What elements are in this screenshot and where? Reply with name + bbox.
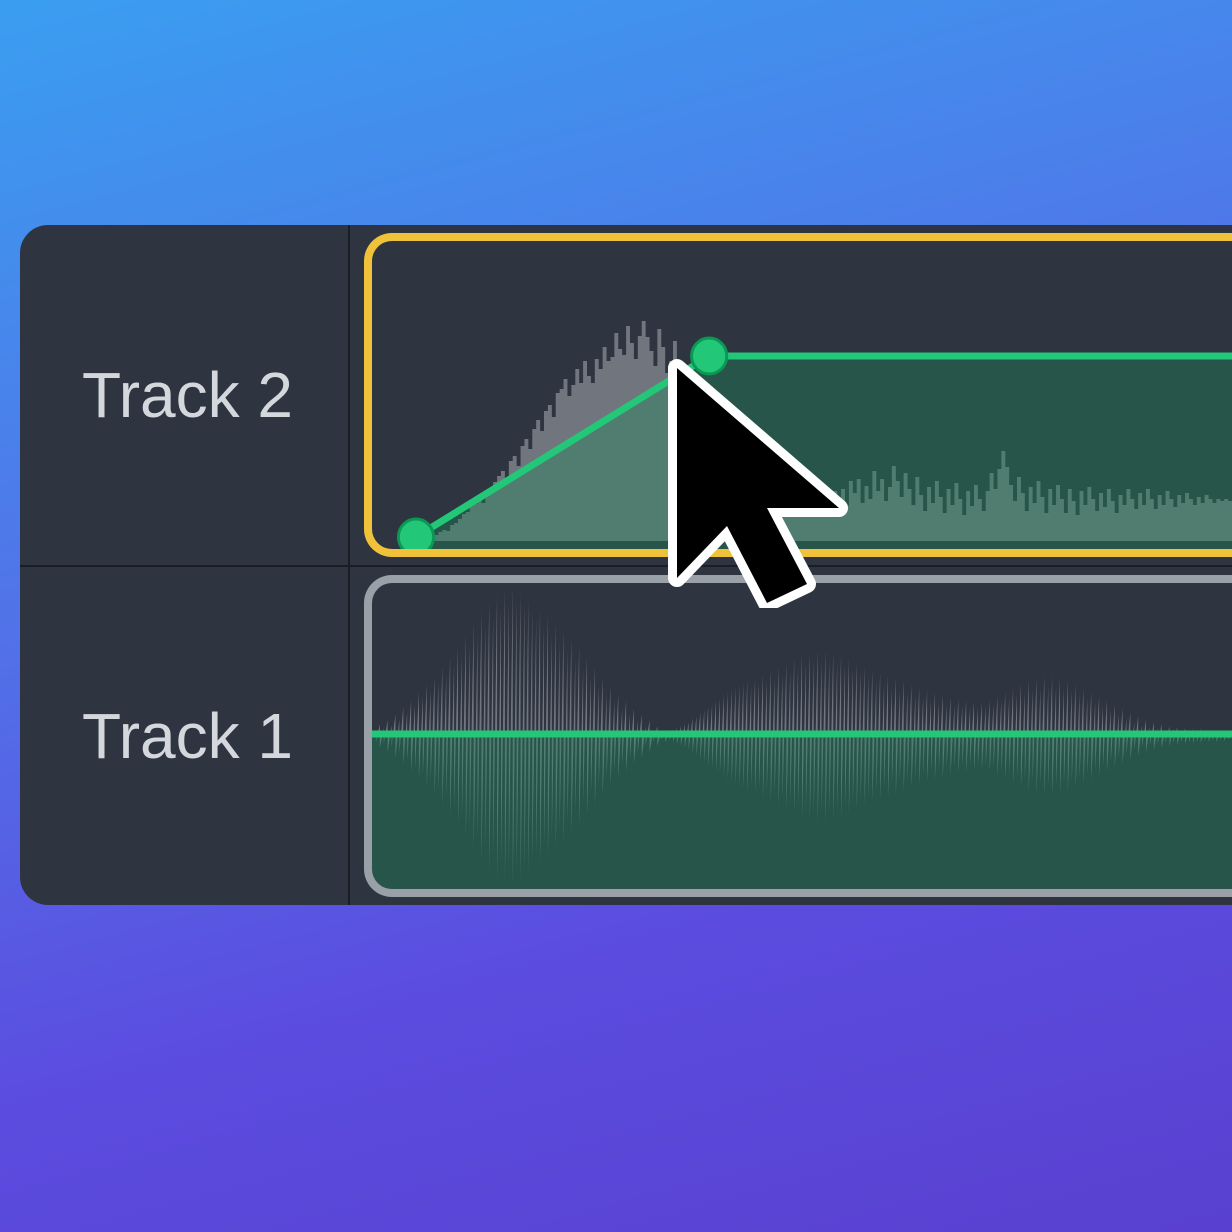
track-clip-area[interactable] [350,225,1232,565]
waveform-icon [372,583,1232,889]
track-row: Track 2 [20,225,1232,565]
track-label[interactable]: Track 2 [20,225,350,565]
track-panel: Track 2 [20,225,1232,905]
track-label[interactable]: Track 1 [20,567,350,905]
volume-envelope-fill [372,734,1232,889]
waveform-icon [372,241,1232,549]
track-row: Track 1 [20,565,1232,905]
track-name: Track 2 [82,358,293,432]
audio-clip[interactable] [364,575,1232,897]
track-clip-area[interactable] [350,567,1232,905]
track-name: Track 1 [82,699,293,773]
fade-start-handle[interactable] [398,519,433,549]
audio-clip-selected[interactable] [364,233,1232,557]
fade-end-handle[interactable] [692,338,727,374]
